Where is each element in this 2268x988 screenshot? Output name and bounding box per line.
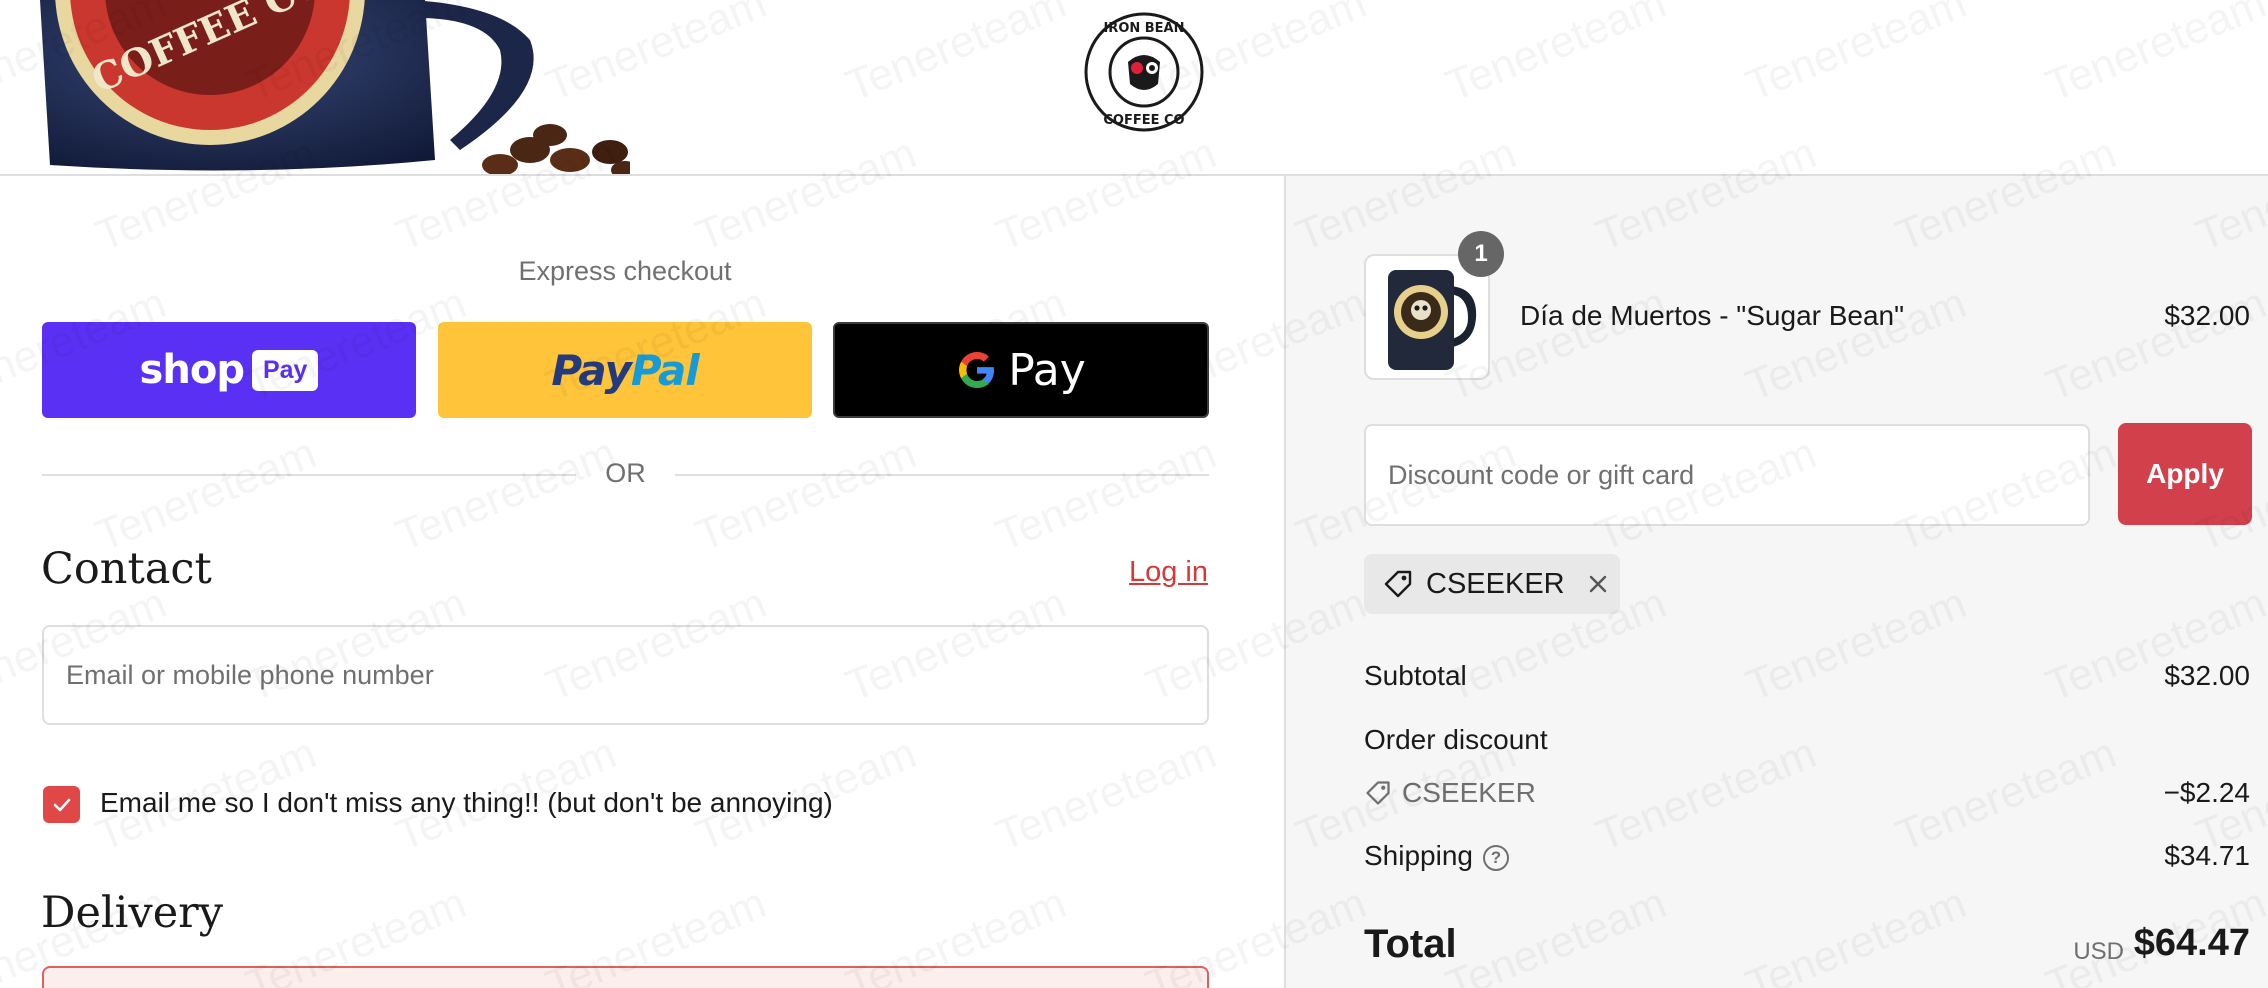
tag-icon <box>1366 781 1390 805</box>
paypal-button[interactable]: Pay Pal <box>438 322 812 418</box>
newsletter-checkbox[interactable] <box>43 786 80 823</box>
applied-code-text: CSEEKER <box>1426 567 1565 600</box>
google-g-icon <box>959 352 995 388</box>
svg-text:IRON BEAN: IRON BEAN <box>1103 21 1184 36</box>
iron-bean-logo[interactable]: IRON BEAN COFFEE CO <box>1082 10 1206 134</box>
discount-code-input[interactable] <box>1364 424 2090 526</box>
shipping-value: $34.71 <box>2164 840 2250 871</box>
total-currency: USD <box>2073 938 2124 965</box>
email-field[interactable] <box>42 625 1209 725</box>
help-icon[interactable]: ? <box>1482 844 1509 871</box>
newsletter-label: Email me so I don't miss any thing!! (bu… <box>100 787 833 818</box>
applied-code-chip: CSEEKER <box>1364 554 1620 614</box>
shop-pay-badge: Pay <box>251 349 319 391</box>
shop-pay-wordmark: shop <box>139 347 245 393</box>
checkmark-icon <box>53 798 70 811</box>
quantity-badge: 1 <box>1458 231 1504 277</box>
order-summary: 1 Día de Muertos - "Sugar Bean" $32.00 A… <box>1284 176 2268 988</box>
product-name: Día de Muertos - "Sugar Bean" <box>1520 300 1905 331</box>
or-divider: OR <box>42 456 1209 492</box>
subtotal-value: $32.00 <box>2164 660 2250 691</box>
delivery-alert-box <box>42 966 1209 988</box>
svg-text:COFFEE CO: COFFEE CO <box>1103 113 1184 128</box>
product-price: $32.00 <box>2164 300 2250 331</box>
contact-heading: Contact <box>41 544 212 594</box>
shop-pay-button[interactable]: shop Pay <box>42 322 416 418</box>
site-header: COFFEE CO IRON BEAN COFFEE CO <box>0 0 2268 176</box>
subtotal-label: Subtotal <box>1364 660 1467 691</box>
paypal-wordmark-pay: Pay <box>551 345 632 395</box>
google-pay-button[interactable]: Pay <box>833 322 1209 418</box>
divider-line-right <box>675 474 1209 476</box>
express-checkout-title: Express checkout <box>518 256 732 286</box>
checkout-main: Express checkout shop Pay Pay Pal Pay OR … <box>0 176 1284 988</box>
total-label: Total <box>1364 922 1457 966</box>
google-pay-label: Pay <box>1008 344 1086 396</box>
tag-icon <box>1384 570 1412 598</box>
total-value: $64.47 <box>2133 922 2250 964</box>
paypal-wordmark-pal: Pal <box>630 345 700 395</box>
order-discount-code: CSEEKER <box>1364 777 1536 809</box>
hero-mug-image: COFFEE CO <box>40 0 630 174</box>
apply-button[interactable]: Apply <box>2118 423 2252 525</box>
delivery-heading: Delivery <box>41 888 224 938</box>
order-discount-value: −$2.24 <box>2163 777 2250 808</box>
order-discount-label: Order discount <box>1364 724 1548 755</box>
order-discount-code-text: CSEEKER <box>1402 777 1536 808</box>
shipping-label-text: Shipping <box>1364 840 1473 871</box>
login-link[interactable]: Log in <box>1129 556 1208 589</box>
shipping-label: Shipping? <box>1364 840 1509 872</box>
remove-code-icon[interactable] <box>1587 573 1609 595</box>
